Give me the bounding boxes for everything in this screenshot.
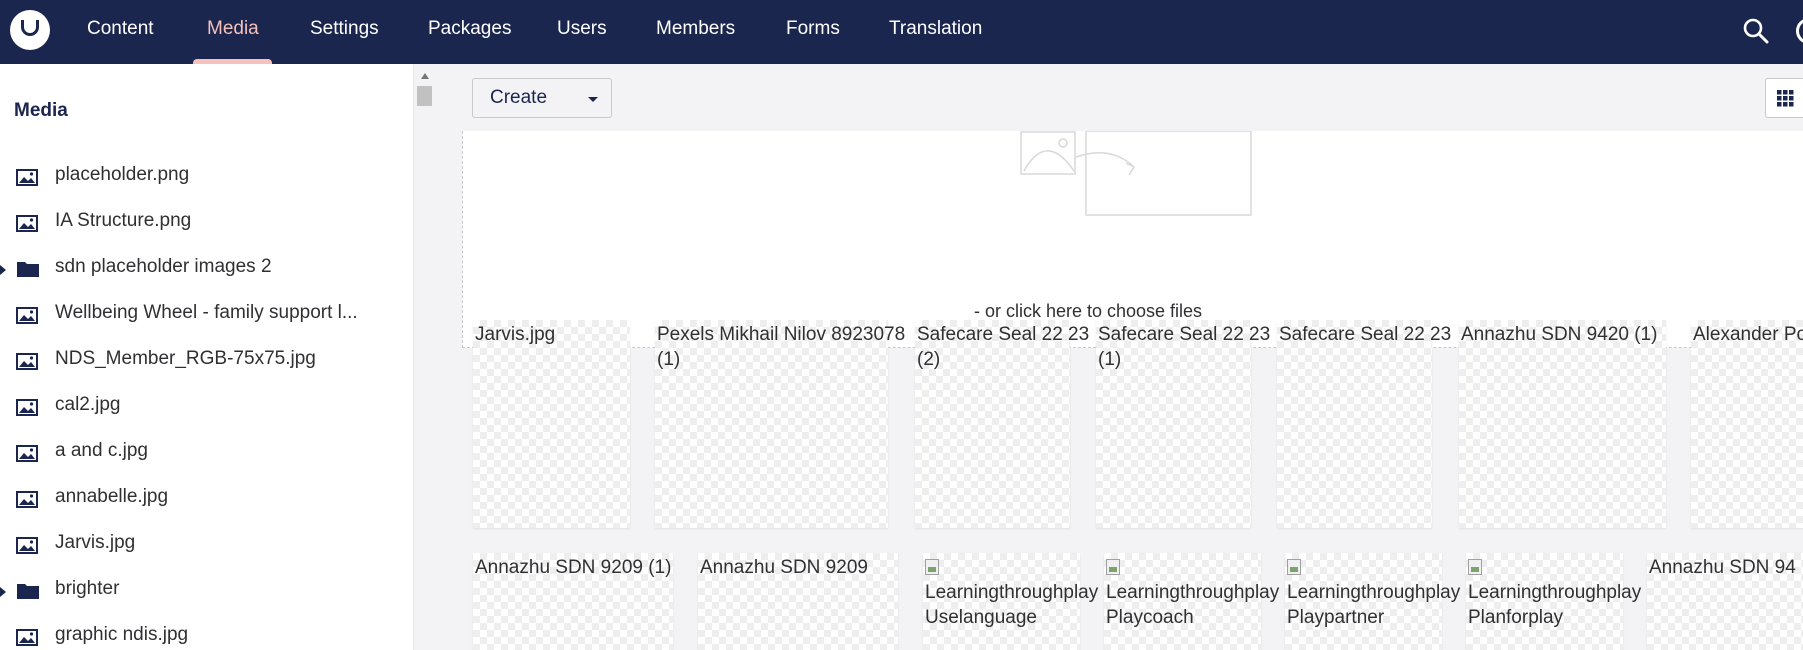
top-navigation-bar: Content Media Settings Packages Users Me… — [0, 0, 1803, 64]
media-tile[interactable]: Pexels Mikhail Nilov 8923078 (1) — [655, 320, 905, 528]
expand-caret-icon[interactable] — [0, 265, 6, 275]
image-icon — [16, 491, 38, 513]
tree-item-sdn-placeholder-images-2[interactable]: sdn placeholder images 2 — [0, 246, 413, 292]
media-tile[interactable]: Annazhu SDN 9209 — [698, 553, 898, 650]
caret-down-icon — [588, 97, 598, 102]
tree-item-label: Jarvis.jpg — [55, 532, 136, 553]
image-icon — [16, 307, 38, 329]
create-button-label: Create — [490, 87, 548, 108]
grid-icon[interactable] — [1765, 78, 1803, 118]
nav-members[interactable]: Members — [656, 0, 735, 64]
tree-item-cal2-jpg[interactable]: cal2.jpg — [0, 384, 413, 430]
tree-item-label: Wellbeing Wheel - family support l... — [55, 302, 358, 323]
image-icon — [16, 629, 38, 650]
tree-title[interactable]: Media — [14, 100, 68, 122]
tree-item-label: brighter — [55, 578, 120, 599]
folder-icon — [16, 581, 40, 605]
media-tile[interactable]: Safecare Seal 22 23 — [1277, 320, 1451, 528]
image-icon — [16, 169, 38, 191]
tree-item-annabelle-jpg[interactable]: annabelle.jpg — [0, 476, 413, 522]
tree-item-label: cal2.jpg — [55, 394, 121, 415]
image-icon — [16, 399, 38, 421]
tree-item-ia-structure-png[interactable]: IA Structure.png — [0, 200, 413, 246]
media-tile[interactable]: Annazhu SDN 9209 (1) — [473, 553, 673, 650]
create-button[interactable]: Create — [472, 78, 612, 118]
media-tile-alt-text: Safecare Seal 22 23 (1) — [1098, 324, 1271, 370]
tree-item-brighter[interactable]: brighter — [0, 568, 413, 614]
folder-icon — [16, 259, 40, 283]
media-tile[interactable]: Learningthroughplay Icon Playpartner — [1285, 553, 1501, 650]
media-tile-alt-text: Annazhu SDN 94 — [1649, 557, 1796, 578]
tree-item-nds-member[interactable]: NDS_Member_RGB-75x75.jpg — [0, 338, 413, 384]
nav-settings[interactable]: Settings — [310, 0, 379, 64]
dropzone-instructions[interactable]: - or click here to choose files — [463, 301, 1713, 322]
tree-item-wellbeing-wheel[interactable]: Wellbeing Wheel - family support l... — [0, 292, 413, 338]
tree-scrollbar[interactable] — [414, 64, 435, 650]
tree-item-label: IA Structure.png — [55, 210, 192, 231]
image-icon — [16, 353, 38, 375]
broken-image-icon — [925, 559, 939, 575]
broken-image-icon — [1106, 559, 1120, 575]
upload-illustration-icon — [1020, 130, 1260, 226]
media-tile-alt-text: Safecare Seal 22 23 (2) — [917, 324, 1090, 370]
media-tile-alt-text: Alexander Portrait — [1693, 324, 1803, 345]
media-tile-alt-text: Jarvis.jpg — [475, 324, 556, 345]
media-tile[interactable]: Learningthroughplay Icon Playcoach — [1104, 553, 1320, 650]
image-icon — [16, 215, 38, 237]
help-icon[interactable] — [1796, 18, 1803, 44]
media-tile[interactable]: Annazhu SDN 9420 (1) — [1459, 320, 1666, 528]
image-icon — [16, 537, 38, 559]
scroll-up-arrow-icon[interactable] — [421, 73, 429, 79]
nav-packages[interactable]: Packages — [428, 0, 511, 64]
media-tile[interactable]: Annazhu SDN 94 — [1647, 553, 1803, 650]
image-icon — [16, 445, 38, 467]
tree-item-placeholder-png[interactable]: placeholder.png — [0, 154, 413, 200]
scrollbar-thumb[interactable] — [417, 86, 432, 106]
media-tile[interactable]: Learningthroughplay Icon Planforplay — [1466, 553, 1682, 650]
tree-item-label: graphic ndis.jpg — [55, 624, 189, 645]
search-icon[interactable] — [1741, 16, 1771, 46]
umbraco-logo-icon[interactable] — [10, 10, 50, 50]
media-tile[interactable]: Safecare Seal 22 23 (1) — [1096, 320, 1270, 528]
tree-item-label: placeholder.png — [55, 164, 190, 185]
tree-item-label: annabelle.jpg — [55, 486, 169, 507]
broken-image-icon — [1287, 559, 1301, 575]
nav-forms[interactable]: Forms — [786, 0, 840, 64]
nav-translation[interactable]: Translation — [889, 0, 982, 64]
media-tile-alt-text: Annazhu SDN 9420 (1) — [1461, 324, 1658, 345]
media-tile-alt-text: Annazhu SDN 9209 (1) — [475, 557, 672, 578]
tree-item-jarvis-jpg[interactable]: Jarvis.jpg — [0, 522, 413, 568]
media-main-panel: Create - or click here to choose files J… — [435, 64, 1803, 650]
tree-item-label: NDS_Member_RGB-75x75.jpg — [55, 348, 316, 369]
nav-users[interactable]: Users — [557, 0, 607, 64]
expand-caret-icon[interactable] — [0, 587, 6, 597]
media-tile-alt-text: Annazhu SDN 9209 — [700, 557, 868, 578]
tree-item-a-and-c-jpg[interactable]: a and c.jpg — [0, 430, 413, 476]
tree-item-graphic-ndis-jpg[interactable]: graphic ndis.jpg — [0, 614, 413, 650]
media-tree: Media placeholder.png IA Structure.png s… — [0, 64, 414, 650]
tree-item-label: sdn placeholder images 2 — [55, 256, 272, 277]
media-tile[interactable]: Safecare Seal 22 23 (2) — [915, 320, 1089, 528]
nav-content[interactable]: Content — [87, 0, 154, 64]
media-tile[interactable]: Jarvis.jpg — [473, 320, 630, 528]
media-tile-alt-text: Pexels Mikhail Nilov 8923078 (1) — [657, 324, 906, 370]
media-tile-alt-text: Safecare Seal 22 23 — [1279, 324, 1452, 345]
tree-item-label: a and c.jpg — [55, 440, 148, 461]
file-dropzone[interactable]: - or click here to choose files — [462, 130, 1803, 348]
media-tile[interactable]: Alexander Portrait — [1691, 320, 1803, 528]
nav-media[interactable]: Media — [207, 0, 259, 64]
broken-image-icon — [1468, 559, 1482, 575]
media-tile[interactable]: Learningthroughplay Icon Uselanguage — [923, 553, 1139, 650]
